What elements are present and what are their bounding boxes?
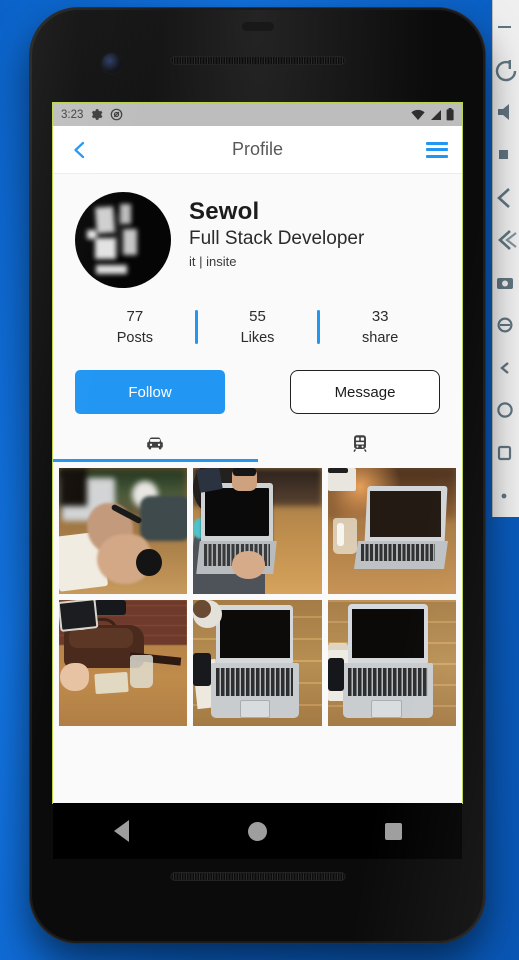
signal-icon [429,109,442,121]
photo-thumbnail[interactable] [193,600,322,726]
earpiece-speaker [170,56,345,65]
front-camera-icon [102,53,122,73]
nav-back-button[interactable] [91,811,151,851]
back-triangle-icon [113,820,129,842]
phone-device: 3:23 Profile Sewol Full Stack Developer … [30,8,485,943]
tab-train[interactable] [258,428,463,462]
phone-top-bezel [30,8,485,103]
profile-name: Sewol [189,198,260,225]
back-icon[interactable] [493,347,519,390]
recents-square-icon [385,822,403,840]
train-icon [349,432,371,459]
stat-likes-label: Likes [240,330,275,346]
tab-bar [53,428,462,462]
stat-share-value: 33 [371,308,389,325]
stat-posts-value: 77 [126,308,144,325]
sensor-dot [241,22,274,31]
phone-screen: 3:23 Profile Sewol Full Stack Developer … [52,102,463,804]
stat-share-label: share [362,330,399,346]
power-icon[interactable] [493,49,519,92]
status-bar-left: 3:23 [61,108,123,121]
more-icon[interactable] [493,474,519,517]
screenshot-icon[interactable] [493,261,519,304]
app-bar: Profile [53,126,462,174]
emulator-toolbar[interactable] [492,0,519,517]
zoom-icon[interactable] [493,304,519,347]
stat-likes[interactable]: 55 Likes [198,308,318,346]
volume-down-icon[interactable] [493,134,519,177]
stat-likes-value: 55 [249,308,266,325]
stat-share[interactable]: 33 share [320,308,440,346]
status-bar-time: 3:23 [61,108,84,121]
tab-car[interactable] [53,428,258,462]
hamburger-menu-icon[interactable] [426,141,448,158]
profile-section: Sewol Full Stack Developer it | insite [53,174,462,288]
status-bar-right [411,108,454,121]
nav-recents-button[interactable] [364,811,424,851]
gear-icon [90,108,103,121]
message-button[interactable]: Message [290,370,440,414]
page-title: Profile [231,139,284,159]
rotate-left-icon[interactable] [493,176,519,219]
sync-icon [110,108,123,121]
photo-thumbnail[interactable] [59,468,188,594]
follow-button[interactable]: Follow [75,370,225,414]
avatar[interactable] [75,192,171,288]
profile-role: Full Stack Developer [189,228,365,249]
photo-thumbnail[interactable] [59,600,188,726]
status-bar: 3:23 [53,103,462,126]
stats-row: 77 Posts 55 Likes 33 share [53,288,462,360]
photo-thumbnail[interactable] [193,468,322,594]
home-circle-icon [247,821,267,841]
volume-up-icon[interactable] [493,91,519,134]
chevron-left-icon[interactable] [67,137,93,163]
minimize-icon[interactable] [493,6,519,49]
photo-thumbnail[interactable] [327,600,456,726]
car-icon [144,432,166,459]
battery-icon [446,108,454,121]
stat-posts-label: Posts [116,330,153,346]
profile-tags: it | insite [189,254,237,269]
android-nav-bar [53,803,462,859]
photo-grid [53,462,462,736]
home-icon[interactable] [493,389,519,432]
overview-icon[interactable] [493,432,519,475]
nav-home-button[interactable] [227,811,287,851]
stat-posts[interactable]: 77 Posts [75,308,195,346]
rotate-right-icon[interactable] [493,219,519,262]
profile-text: Sewol Full Stack Developer it | insite [189,192,364,288]
photo-thumbnail[interactable] [327,468,456,594]
actions-row: Follow Message [53,360,462,428]
bottom-speaker [170,872,345,881]
wifi-icon [411,109,425,121]
tab-active-indicator [53,459,258,462]
